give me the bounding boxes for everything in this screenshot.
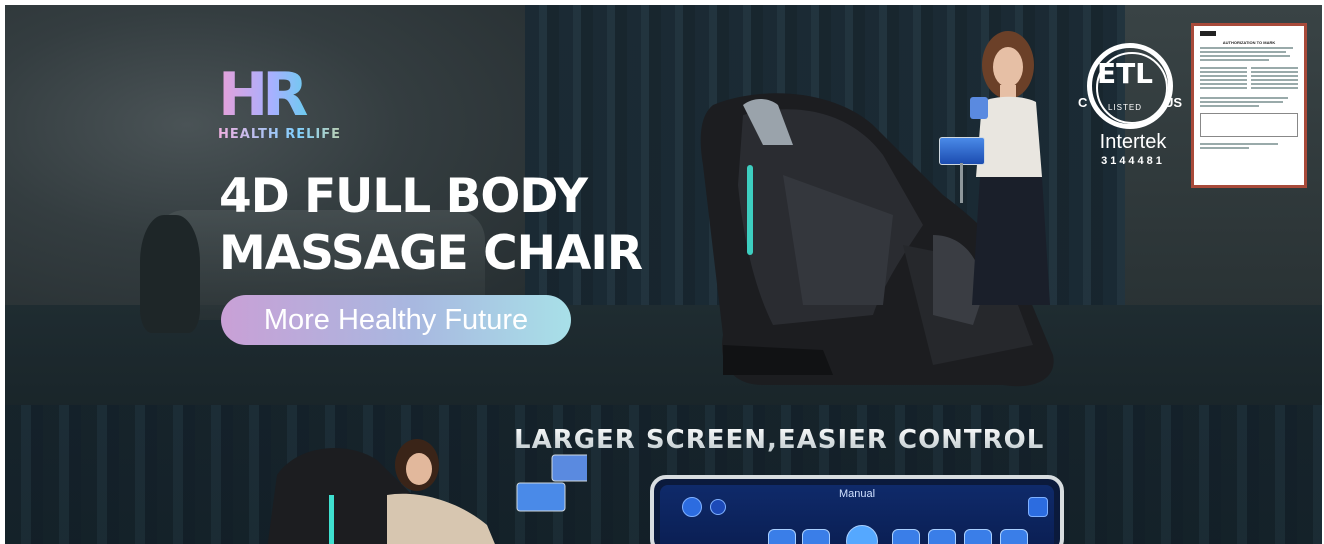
feature-heading: LARGER SCREEN,EASIER CONTROL: [514, 425, 1045, 455]
massage-mode-icon[interactable]: [710, 499, 726, 515]
control-screen[interactable]: Manual: [650, 475, 1064, 544]
etl-mark: ETL: [1096, 57, 1154, 90]
intertek-logo-icon: [1200, 31, 1216, 36]
brand-logo[interactable]: HR HEALTH RELIFE: [218, 65, 378, 155]
headline: 4D FULL BODY MASSAGE CHAIR: [219, 168, 643, 282]
certificate-document[interactable]: AUTHORIZATION TO MARK: [1191, 23, 1307, 188]
tablet-controller-icon: [939, 137, 985, 165]
control-button-5[interactable]: [964, 529, 992, 544]
settings-icon[interactable]: [682, 497, 702, 517]
headline-line-1: 4D FULL BODY: [219, 169, 588, 224]
control-button-4[interactable]: [928, 529, 956, 544]
control-button-1[interactable]: [768, 529, 796, 544]
certification-number: 3144481: [1101, 155, 1165, 167]
home-icon[interactable]: [1028, 497, 1048, 517]
control-screen-display: Manual: [660, 485, 1054, 544]
headline-line-2: MASSAGE CHAIR: [219, 226, 643, 281]
logo-brand-text: HEALTH RELIFE: [218, 127, 378, 142]
certificate-title: AUTHORIZATION TO MARK: [1222, 40, 1276, 45]
model-standing-image: [970, 31, 1050, 305]
background-vase: [140, 215, 200, 333]
control-button-3[interactable]: [892, 529, 920, 544]
etl-certification-badge: ETL C US LISTED Intertek 3144481: [1077, 43, 1189, 173]
logo-mark: HR: [218, 65, 378, 125]
control-button-main[interactable]: [846, 525, 878, 544]
tablet-stand: [960, 163, 963, 203]
intertek-brand: Intertek: [1099, 131, 1167, 153]
banner: HR HEALTH RELIFE 4D FULL BODY MASSAGE CH…: [5, 5, 1322, 544]
control-button-6[interactable]: [1000, 529, 1028, 544]
etl-listed-label: LISTED: [1107, 103, 1142, 112]
control-button-2[interactable]: [802, 529, 830, 544]
tagline-pill[interactable]: More Healthy Future: [221, 295, 571, 345]
